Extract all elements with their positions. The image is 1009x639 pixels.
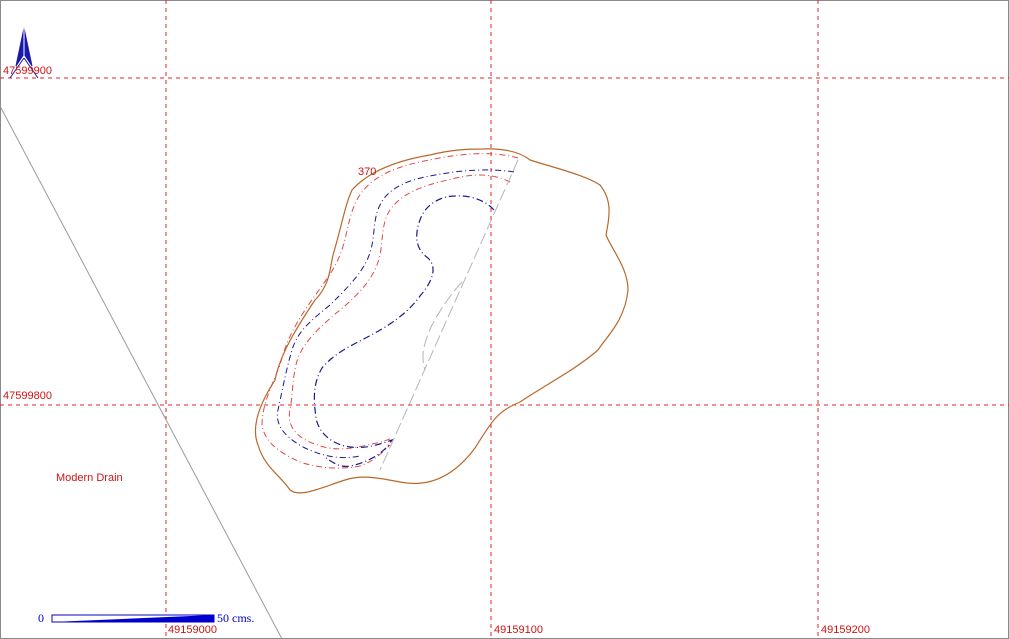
scale-start-label: 0 bbox=[38, 611, 44, 625]
map-graphics bbox=[0, 0, 1009, 639]
easting-label-1: 49159000 bbox=[168, 624, 217, 636]
northing-label-2: 47599800 bbox=[3, 390, 52, 402]
feature-outline bbox=[254, 148, 629, 494]
scale-unit: cms. bbox=[232, 611, 255, 625]
grid-lines bbox=[0, 0, 1009, 639]
section-line-b bbox=[422, 281, 463, 371]
modern-drain-line bbox=[0, 105, 283, 639]
easting-label-2: 49159100 bbox=[494, 624, 543, 636]
contour-blue-outer bbox=[276, 169, 515, 459]
scale-bar bbox=[51, 614, 215, 623]
contour-red-outer bbox=[261, 153, 519, 469]
map-canvas[interactable]: 49159000 49159100 49159200 47599900 4759… bbox=[0, 0, 1009, 639]
section-lines bbox=[379, 159, 519, 471]
contour-blue-inner bbox=[313, 195, 495, 467]
modern-drain-label: Modern Drain bbox=[56, 472, 123, 484]
scale-end-value: 50 bbox=[217, 611, 229, 625]
section-line-a bbox=[379, 159, 519, 471]
northing-label-1: 47599900 bbox=[3, 65, 52, 77]
scale-end-label: 50 cms. bbox=[217, 611, 254, 626]
easting-label-3: 49159200 bbox=[821, 624, 870, 636]
contour-label: 370 bbox=[358, 166, 377, 178]
